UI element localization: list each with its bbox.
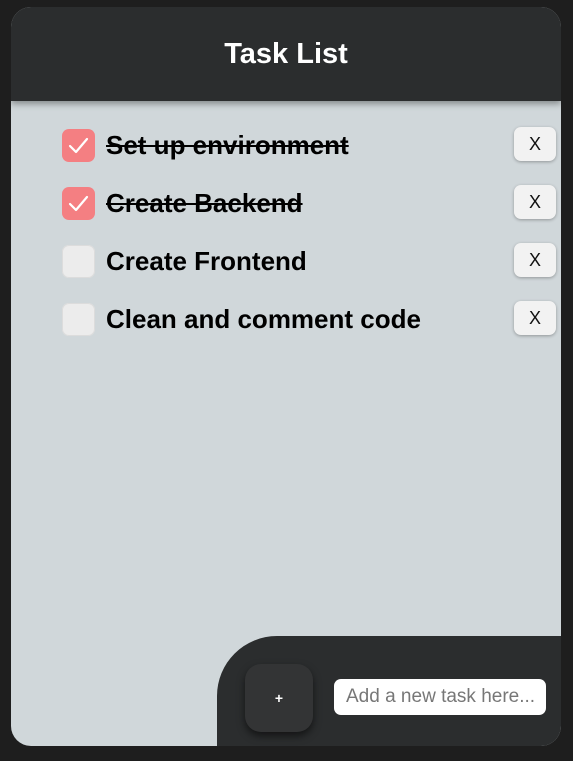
task-text: Create Backend [106, 188, 303, 218]
add-task-button[interactable]: + [245, 664, 313, 732]
task-checkbox[interactable] [62, 187, 95, 220]
check-icon [68, 137, 89, 154]
task-checkbox[interactable] [62, 303, 95, 336]
task-item: Set up environment X [11, 120, 561, 178]
delete-task-button[interactable]: X [514, 127, 556, 161]
check-icon [68, 195, 89, 212]
task-checkbox[interactable] [62, 245, 95, 278]
task-list-app: Task List Set up environment X Create Ba… [11, 7, 561, 746]
delete-task-button[interactable]: X [514, 301, 556, 335]
app-header: Task List [11, 7, 561, 101]
task-text: Clean and comment code [106, 304, 421, 334]
task-item: Create Frontend X [11, 236, 561, 294]
add-task-panel: + [217, 636, 561, 746]
delete-task-button[interactable]: X [514, 243, 556, 277]
task-item: Create Backend X [11, 178, 561, 236]
task-text: Set up environment [106, 130, 349, 160]
task-checkbox[interactable] [62, 129, 95, 162]
delete-task-button[interactable]: X [514, 185, 556, 219]
new-task-input[interactable] [334, 679, 546, 715]
page-title: Task List [224, 37, 348, 70]
task-list: Set up environment X Create Backend X Cr… [11, 120, 561, 352]
task-text: Create Frontend [106, 246, 307, 276]
task-item: Clean and comment code X [11, 294, 561, 352]
